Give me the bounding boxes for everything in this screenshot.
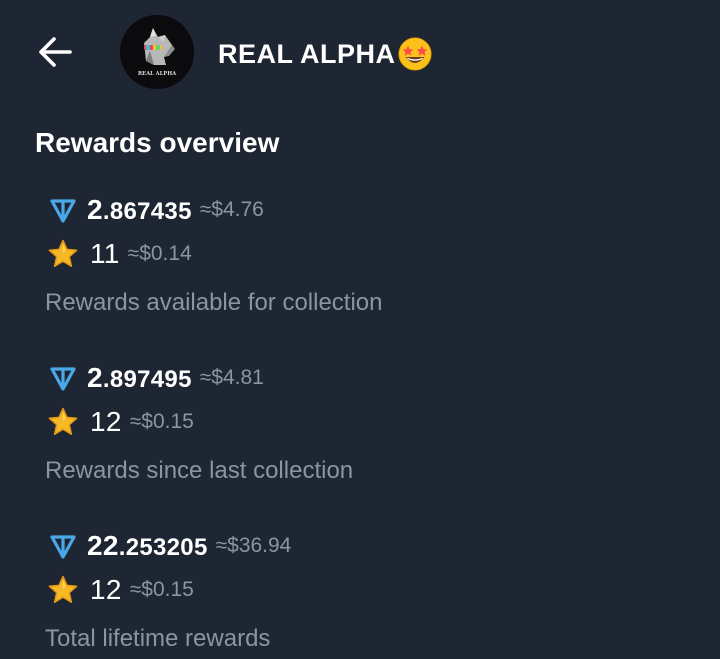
ton-reward-row: 2.897495 ≈$4.81 [46, 361, 264, 395]
ton-icon [46, 193, 80, 227]
stars-reward-row: 12 ≈$0.15 [46, 573, 194, 607]
ton-icon [46, 529, 80, 563]
stars-usd-value: ≈$0.15 [129, 410, 194, 433]
stars-usd-value: ≈$0.15 [129, 578, 194, 601]
ton-icon [46, 361, 80, 395]
channel-avatar[interactable]: REAL ALPHA [120, 15, 194, 89]
back-button[interactable] [30, 32, 80, 72]
star-struck-emoji-icon [397, 36, 433, 72]
star-icon [46, 405, 80, 439]
ton-usd-value: ≈$4.81 [199, 366, 264, 389]
ton-amount-int: 22 [87, 530, 119, 561]
stars-amount: 12 [90, 574, 122, 605]
rewards-overview-title: Rewards overview [35, 127, 280, 158]
channel-title: REAL ALPHA [218, 37, 433, 71]
star-icon [46, 237, 80, 271]
rewards-available-caption: Rewards available for collection [45, 289, 383, 316]
ton-reward-row: 22.253205 ≈$36.94 [46, 529, 291, 563]
ton-amount: 2.867435 [87, 194, 192, 226]
rewards-since-last-caption: Rewards since last collection [45, 457, 354, 484]
ton-usd-value: ≈$36.94 [215, 534, 292, 557]
top-bar: REAL ALPHA REAL ALPHA [0, 0, 720, 108]
stars-reward-row: 11 ≈$0.14 [46, 237, 192, 271]
ton-amount-int: 2 [87, 362, 103, 393]
ton-amount-int: 2 [87, 194, 103, 225]
avatar-label: REAL ALPHA [138, 71, 177, 77]
stars-amount: 11 [90, 238, 120, 269]
ton-usd-value: ≈$4.76 [199, 198, 264, 221]
ton-amount-fraction: .867435 [102, 198, 192, 225]
channel-title-text: REAL ALPHA [218, 38, 396, 69]
ton-amount-fraction: .253205 [118, 534, 208, 561]
ton-amount: 2.897495 [87, 362, 192, 394]
wolf-logo-icon: REAL ALPHA [120, 15, 194, 89]
arrow-left-icon [39, 37, 72, 67]
ton-reward-row: 2.867435 ≈$4.76 [46, 193, 264, 227]
stars-amount: 12 [90, 406, 122, 437]
star-icon [46, 573, 80, 607]
ton-amount: 22.253205 [87, 530, 208, 562]
ton-amount-fraction: .897495 [102, 366, 192, 393]
stars-reward-row: 12 ≈$0.15 [46, 405, 194, 439]
stars-usd-value: ≈$0.14 [127, 242, 192, 265]
lifetime-rewards-caption: Total lifetime rewards [45, 625, 271, 652]
